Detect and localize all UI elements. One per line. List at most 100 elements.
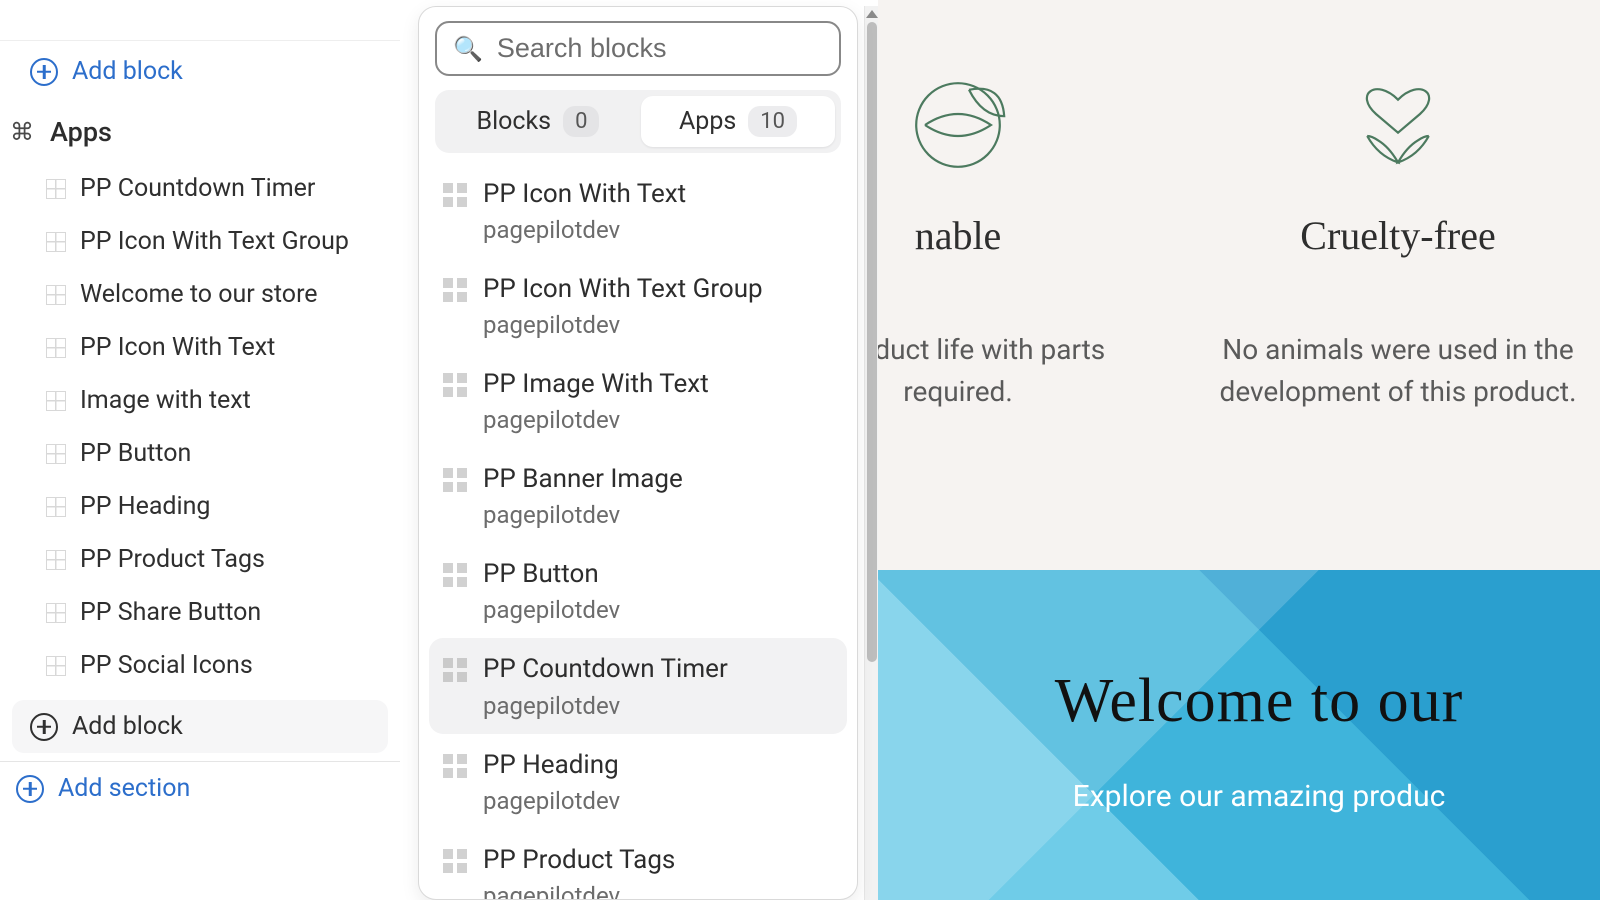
add-section-button[interactable]: Add section (0, 762, 400, 815)
block-icon (46, 603, 66, 623)
block-icon (46, 232, 66, 252)
add-section-label: Add section (58, 774, 190, 803)
result-title: PP Heading (483, 748, 620, 783)
result-title: PP Countdown Timer (483, 652, 728, 687)
divider (0, 40, 400, 41)
block-icon (46, 656, 66, 676)
app-block-icon (443, 849, 467, 873)
result-subtitle: pagepilotdev (483, 406, 709, 434)
result-title: PP Image With Text (483, 367, 709, 402)
search-icon: 🔍 (453, 35, 483, 63)
plus-circle-icon (16, 775, 44, 803)
feature-title: Cruelty-free (1198, 212, 1598, 259)
plus-circle-icon (30, 58, 58, 86)
sidebar-block-item[interactable]: Image with text (0, 374, 400, 427)
scroll-up-icon (866, 10, 878, 18)
result-title: PP Icon With Text (483, 177, 686, 212)
preview-canvas: nable g product life with parts required… (878, 0, 1600, 900)
result-subtitle: pagepilotdev (483, 311, 763, 339)
block-icon (46, 550, 66, 570)
result-subtitle: pagepilotdev (483, 787, 620, 815)
sidebar-block-item[interactable]: PP Icon With Text Group (0, 215, 400, 268)
block-icon (46, 497, 66, 517)
feature-row: nable g product life with parts required… (878, 70, 1600, 413)
sidebar-block-item[interactable]: PP Heading (0, 480, 400, 533)
app-block-icon (443, 183, 467, 207)
tab-blocks[interactable]: Blocks 0 (441, 96, 635, 147)
app-block-icon (443, 563, 467, 587)
hands-heart-icon (1343, 70, 1453, 180)
banner-subtext: Explore our amazing produc (1073, 779, 1446, 814)
block-result-item[interactable]: PP Buttonpagepilotdev (429, 543, 847, 638)
block-result-item[interactable]: PP Icon With Text pagepilotdev (429, 163, 847, 258)
add-block-bottom-button[interactable]: Add block (12, 700, 388, 753)
tab-blocks-count: 0 (563, 106, 599, 137)
sidebar-item-label: Welcome to our store (80, 280, 318, 309)
tab-switcher: Blocks 0 Apps 10 (435, 90, 841, 153)
result-subtitle: pagepilotdev (483, 692, 728, 720)
tab-apps[interactable]: Apps 10 (641, 96, 835, 147)
block-results-list: PP Icon With TextpagepilotdevPP Icon Wit… (419, 163, 857, 900)
block-picker-popover: 🔍 Blocks 0 Apps 10 PP Icon With Text page… (418, 6, 858, 900)
search-blocks-field[interactable]: 🔍 (435, 21, 841, 76)
sidebar-block-item[interactable]: PP Countdown Timer (0, 162, 400, 215)
sidebar-item-label: Image with text (80, 386, 251, 415)
search-input[interactable] (497, 33, 851, 64)
app-block-icon (443, 373, 467, 397)
sidebar-item-label: PP Countdown Timer (80, 174, 315, 203)
block-result-item[interactable]: PP Icon With Text Group pagepilotdev (429, 258, 847, 353)
tab-blocks-label: Blocks (477, 107, 552, 136)
feature-cruelty-free: Cruelty-free No animals were used in the… (1198, 70, 1598, 413)
sidebar-block-item[interactable]: PP Icon With Text (0, 321, 400, 374)
app-block-icon (443, 468, 467, 492)
feature-desc: g product life with parts required. (878, 329, 1158, 413)
sidebar-block-item[interactable]: Welcome to our store (0, 268, 400, 321)
app-block-icon (443, 278, 467, 302)
block-result-item[interactable]: PP Product Tags pagepilotdev (429, 829, 847, 900)
result-title: PP Banner Image (483, 462, 683, 497)
sidebar-item-label: PP Share Button (80, 598, 261, 627)
add-block-top-button[interactable]: Add block (0, 45, 400, 98)
apps-section-header[interactable]: ⌘ Apps (0, 98, 400, 162)
result-subtitle: pagepilotdev (483, 596, 620, 624)
block-icon (46, 444, 66, 464)
sidebar: Add block ⌘ Apps PP Countdown Timer PP Ic… (0, 0, 400, 900)
feature-sustainable: nable g product life with parts required… (878, 70, 1158, 413)
sidebar-item-label: PP Button (80, 439, 191, 468)
app-block-icon (443, 754, 467, 778)
sidebar-item-label: PP Icon With Text (80, 333, 275, 362)
block-result-item[interactable]: PP Countdown Timer pagepilotdev (429, 638, 847, 733)
result-title: PP Icon With Text Group (483, 272, 763, 307)
add-block-bottom-label: Add block (72, 712, 183, 741)
scrollbar[interactable] (864, 6, 878, 900)
app-block-icon (443, 658, 467, 682)
block-result-item[interactable]: PP Heading pagepilotdev (429, 734, 847, 829)
apps-icon: ⌘ (8, 118, 36, 146)
feature-title: nable (878, 212, 1158, 259)
globe-leaf-icon (903, 70, 1013, 180)
result-subtitle: pagepilotdev (483, 882, 675, 900)
sidebar-block-item[interactable]: PP Social Icons (0, 639, 400, 692)
sidebar-item-label: PP Icon With Text Group (80, 227, 349, 256)
scroll-thumb[interactable] (867, 22, 877, 662)
result-subtitle: pagepilotdev (483, 501, 683, 529)
banner-heading: Welcome to our (1055, 666, 1463, 737)
result-title: PP Product Tags (483, 843, 675, 878)
block-result-item[interactable]: PP Banner Image pagepilotdev (429, 448, 847, 543)
tab-apps-label: Apps (679, 107, 736, 136)
block-icon (46, 338, 66, 358)
plus-circle-icon (30, 713, 58, 741)
sidebar-item-label: PP Social Icons (80, 651, 253, 680)
sidebar-block-item[interactable]: PP Button (0, 427, 400, 480)
sidebar-item-label: PP Heading (80, 492, 210, 521)
apps-header-label: Apps (50, 116, 112, 148)
tab-apps-count: 10 (748, 106, 797, 137)
feature-desc: No animals were used in the development … (1198, 329, 1598, 413)
sidebar-block-item[interactable]: PP Product Tags (0, 533, 400, 586)
block-icon (46, 285, 66, 305)
sidebar-item-label: PP Product Tags (80, 545, 265, 574)
welcome-banner: Welcome to our Explore our amazing produ… (878, 570, 1600, 900)
sidebar-block-item[interactable]: PP Share Button (0, 586, 400, 639)
result-subtitle: pagepilotdev (483, 216, 686, 244)
block-result-item[interactable]: PP Image With Text pagepilotdev (429, 353, 847, 448)
